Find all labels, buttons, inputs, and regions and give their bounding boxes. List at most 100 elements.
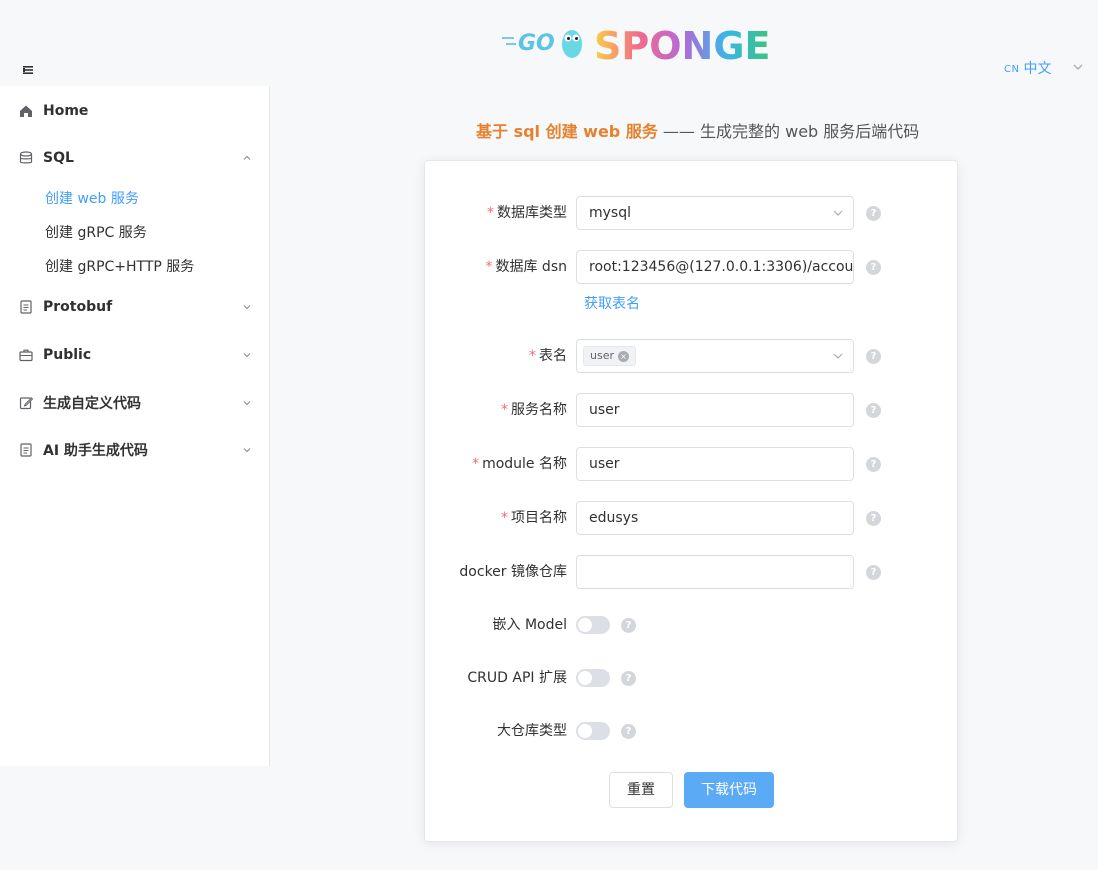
db-type-select[interactable]: mysql bbox=[576, 196, 854, 230]
sidebar-subitem-create-grpc-http[interactable]: 创建 gRPC+HTTP 服务 bbox=[0, 249, 269, 283]
db-dsn-input[interactable]: root:123456@(127.0.0.1:3306)/account bbox=[576, 250, 854, 284]
form-label: 嵌入 Model bbox=[492, 617, 567, 633]
sidebar-subitem-label: 创建 gRPC 服务 bbox=[45, 225, 147, 241]
form-label: * module 名称 bbox=[472, 456, 567, 472]
form-label: * 项目名称 bbox=[501, 510, 567, 526]
help-icon[interactable]: ? bbox=[621, 724, 636, 739]
chevron-up-icon bbox=[243, 155, 251, 160]
chevron-down-icon bbox=[833, 210, 843, 216]
embed-model-switch[interactable] bbox=[576, 616, 610, 634]
required-mark: * bbox=[487, 205, 494, 221]
switch-knob bbox=[578, 724, 592, 738]
switch-knob bbox=[578, 618, 592, 632]
form-card: * 数据库类型 mysql ? * 数据库 dsn root:123456@(127… bbox=[424, 160, 958, 842]
help-icon[interactable]: ? bbox=[866, 457, 881, 472]
page-title: 基于 sql 创建 web 服务 —— 生成完整的 web 服务后端代码 bbox=[476, 118, 920, 141]
svg-text:SPONGE: SPONGE bbox=[594, 24, 770, 66]
form-row-monorepo: 大仓库类型 ? bbox=[425, 714, 959, 748]
form-row-module-name: * module 名称 user ? bbox=[425, 447, 959, 481]
chevron-down-icon bbox=[833, 353, 843, 359]
sidebar-item-home[interactable]: Home bbox=[0, 91, 269, 131]
form-label: CRUD API 扩展 bbox=[467, 670, 567, 686]
form-label: docker 镜像仓库 bbox=[459, 564, 567, 580]
sidebar-subitem-label: 创建 gRPC+HTTP 服务 bbox=[45, 259, 195, 275]
top-header: GO SPONGE CN 中文 bbox=[0, 0, 1098, 86]
sidebar-item-label: SQL bbox=[43, 150, 74, 166]
page-title-rest: —— 生成完整的 web 服务后端代码 bbox=[657, 122, 920, 141]
help-icon[interactable]: ? bbox=[866, 565, 881, 580]
sidebar-item-label: 生成自定义代码 bbox=[43, 396, 141, 412]
form-label: * 表名 bbox=[529, 348, 567, 364]
document-icon bbox=[20, 443, 32, 457]
chevron-down-icon bbox=[243, 401, 251, 406]
table-tag: user × bbox=[583, 346, 636, 366]
database-icon bbox=[19, 151, 33, 164]
help-icon[interactable]: ? bbox=[866, 511, 881, 526]
language-name: 中文 bbox=[1023, 61, 1052, 77]
required-mark: * bbox=[472, 456, 480, 472]
required-mark: * bbox=[485, 259, 493, 275]
sidebar-item-ai-assistant[interactable]: AI 助手生成代码 bbox=[0, 430, 269, 470]
project-name-input[interactable]: edusys bbox=[576, 501, 854, 535]
download-code-button[interactable]: 下载代码 bbox=[684, 772, 774, 808]
monorepo-switch[interactable] bbox=[576, 722, 610, 740]
help-icon[interactable]: ? bbox=[866, 206, 881, 221]
form-row-db-dsn: * 数据库 dsn root:123456@(127.0.0.1:3306)/ac… bbox=[425, 250, 959, 284]
crud-ext-switch[interactable] bbox=[576, 669, 610, 687]
service-name-value: user bbox=[589, 402, 620, 418]
form-row-service-name: * 服务名称 user ? bbox=[425, 393, 959, 427]
form-row-embed-model: 嵌入 Model ? bbox=[425, 608, 959, 642]
sidebar-item-public[interactable]: Public bbox=[0, 335, 269, 375]
table-multiselect[interactable]: user × bbox=[576, 339, 854, 373]
sidebar-item-label: Public bbox=[43, 347, 92, 363]
fetch-tables-link[interactable]: 获取表名 bbox=[584, 293, 640, 313]
sidebar-item-label: Home bbox=[43, 103, 89, 119]
module-name-value: user bbox=[589, 456, 620, 472]
form-row-docker-repo: docker 镜像仓库 ? bbox=[425, 555, 959, 589]
edit-icon bbox=[19, 397, 34, 410]
docker-repo-input[interactable] bbox=[576, 555, 854, 589]
help-icon[interactable]: ? bbox=[866, 349, 881, 364]
form-row-table: * 表名 user × ? bbox=[425, 339, 959, 373]
svg-text:GO: GO bbox=[518, 31, 555, 56]
sidebar-subitem-label: 创建 web 服务 bbox=[45, 191, 139, 207]
sidebar-subitem-create-grpc[interactable]: 创建 gRPC 服务 bbox=[0, 215, 269, 249]
language-selector[interactable]: CN 中文 bbox=[1004, 58, 1051, 78]
sidebar-item-label: AI 助手生成代码 bbox=[43, 443, 148, 459]
project-name-value: edusys bbox=[589, 510, 639, 526]
briefcase-icon bbox=[19, 349, 33, 362]
help-icon[interactable]: ? bbox=[621, 671, 636, 686]
form-label: * 数据库 dsn bbox=[485, 259, 567, 275]
chevron-down-icon[interactable] bbox=[1072, 62, 1084, 72]
sidebar-item-sql[interactable]: SQL bbox=[0, 138, 269, 178]
go-sponge-logo: GO SPONGE bbox=[502, 24, 770, 66]
form-row-project-name: * 项目名称 edusys ? bbox=[425, 501, 959, 535]
sidebar-item-custom-code[interactable]: 生成自定义代码 bbox=[0, 383, 269, 423]
db-type-value: mysql bbox=[589, 205, 631, 221]
form-label: * 服务名称 bbox=[501, 402, 567, 418]
required-mark: * bbox=[501, 402, 508, 418]
sidebar: Home SQL 创建 web 服务 创建 gRPC 服务 创建 gRPC+HT… bbox=[0, 86, 270, 766]
sidebar-item-label: Protobuf bbox=[43, 299, 113, 315]
form-label: 大仓库类型 bbox=[497, 723, 567, 739]
reset-button[interactable]: 重置 bbox=[609, 772, 673, 808]
language-code: CN bbox=[1004, 63, 1020, 75]
document-icon bbox=[20, 300, 32, 314]
help-icon[interactable]: ? bbox=[866, 260, 881, 275]
form-label: * 数据库类型 bbox=[487, 205, 567, 221]
form-row-crud-ext: CRUD API 扩展 ? bbox=[425, 661, 959, 695]
service-name-input[interactable]: user bbox=[576, 393, 854, 427]
help-icon[interactable]: ? bbox=[621, 618, 636, 633]
module-name-input[interactable]: user bbox=[576, 447, 854, 481]
sidebar-subitem-create-web[interactable]: 创建 web 服务 bbox=[0, 181, 269, 215]
help-icon[interactable]: ? bbox=[866, 403, 881, 418]
sidebar-item-protobuf[interactable]: Protobuf bbox=[0, 287, 269, 327]
menu-toggle-icon[interactable] bbox=[20, 62, 36, 78]
chevron-down-icon bbox=[243, 448, 251, 453]
chevron-down-icon bbox=[243, 305, 251, 310]
required-mark: * bbox=[501, 510, 508, 526]
home-icon bbox=[20, 105, 32, 117]
close-icon[interactable]: × bbox=[618, 350, 629, 362]
required-mark: * bbox=[529, 348, 536, 364]
chevron-down-icon bbox=[243, 353, 251, 358]
